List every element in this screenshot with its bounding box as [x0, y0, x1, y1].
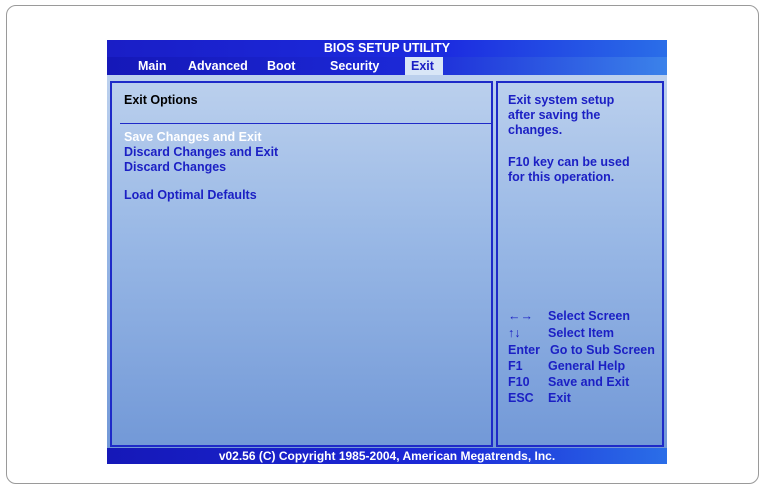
- left-right-arrow-icon: ←→: [508, 309, 533, 323]
- menu-item-discard-changes[interactable]: Discard Changes: [124, 160, 226, 174]
- options-pane: Exit Options Save Changes and Exit Disca…: [110, 81, 493, 447]
- help-line: after saving the: [508, 108, 601, 122]
- up-down-arrow-icon: ↑↓: [508, 326, 521, 340]
- help-line: for this operation.: [508, 170, 615, 184]
- key-desc: Select Screen: [548, 309, 630, 323]
- key-label: ESC: [508, 391, 534, 405]
- help-line: changes.: [508, 123, 563, 137]
- key-desc: Save and Exit: [548, 375, 630, 389]
- help-pane: Exit system setup after saving the chang…: [496, 81, 664, 447]
- key-row-f10: F10 Save and Exit: [508, 375, 629, 390]
- help-line: F10 key can be used: [508, 155, 630, 169]
- bios-screen: BIOS SETUP UTILITY Main Advanced Boot Se…: [107, 40, 667, 464]
- help-line: Exit system setup: [508, 93, 615, 107]
- tab-bar: Main Advanced Boot Security Exit: [107, 57, 667, 75]
- copyright-text: v02.56 (C) Copyright 1985-2004, American…: [218, 449, 556, 463]
- menu-item-discard-changes-and-exit[interactable]: Discard Changes and Exit: [124, 145, 278, 159]
- key-label: F10: [508, 375, 530, 389]
- tab-exit[interactable]: Exit: [405, 57, 443, 75]
- key-desc: Select Item: [548, 326, 615, 340]
- key-row-f1: F1 General Help: [508, 359, 625, 374]
- tab-advanced[interactable]: Advanced: [182, 57, 254, 75]
- key-desc: Go to Sub Screen: [550, 343, 655, 357]
- title-bar: BIOS SETUP UTILITY: [107, 40, 667, 57]
- help-text-2: F10 key can be used for this operation.: [508, 155, 658, 185]
- help-text-1: Exit system setup after saving the chang…: [508, 93, 658, 138]
- key-row-select-screen: ←→ Select Screen: [508, 309, 630, 324]
- key-row-enter: Enter Go to Sub Screen: [508, 343, 655, 358]
- key-label: F1: [508, 359, 523, 373]
- menu-item-load-optimal-defaults[interactable]: Load Optimal Defaults: [124, 188, 257, 202]
- tab-main[interactable]: Main: [132, 57, 172, 75]
- key-desc: Exit: [548, 391, 571, 405]
- tab-security[interactable]: Security: [324, 57, 385, 75]
- menu-item-save-changes-and-exit[interactable]: Save Changes and Exit: [124, 130, 262, 144]
- tab-boot[interactable]: Boot: [261, 57, 301, 75]
- key-row-esc: ESC Exit: [508, 391, 571, 406]
- key-row-select-item: ↑↓ Select Item: [508, 326, 614, 341]
- copyright-footer: v02.56 (C) Copyright 1985-2004, American…: [107, 448, 667, 464]
- divider: [120, 123, 492, 124]
- key-desc: General Help: [548, 359, 626, 373]
- section-title: Exit Options: [124, 93, 198, 107]
- key-label: Enter: [508, 343, 540, 357]
- title-text: BIOS SETUP UTILITY: [323, 41, 451, 55]
